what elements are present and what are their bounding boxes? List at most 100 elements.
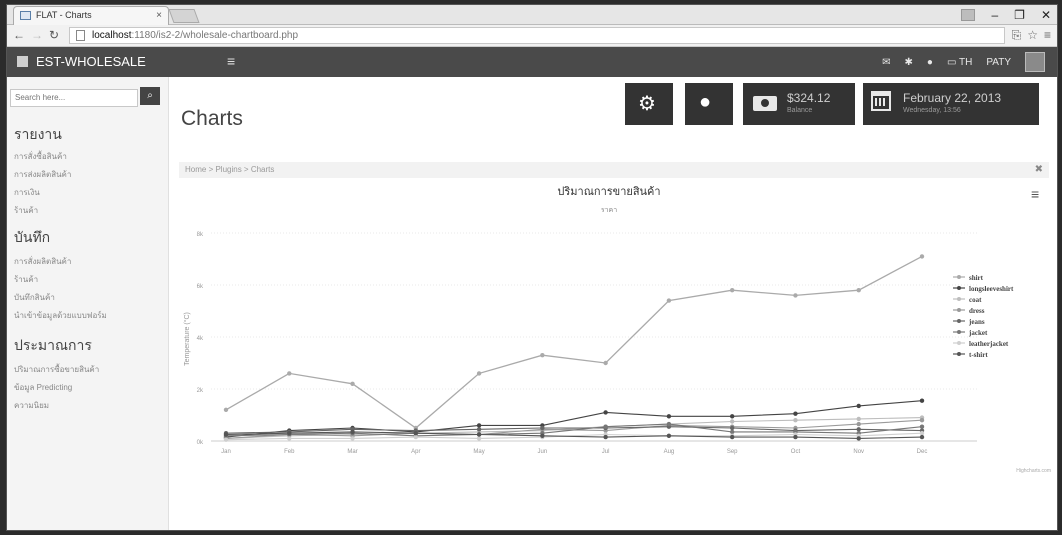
data-point bbox=[476, 371, 482, 376]
data-point bbox=[856, 416, 861, 422]
minimize-button[interactable]: – bbox=[991, 8, 998, 22]
data-point bbox=[666, 433, 672, 438]
mail-icon[interactable]: ✉ bbox=[882, 57, 890, 68]
legend-marker bbox=[957, 286, 961, 290]
avatar[interactable] bbox=[1025, 52, 1045, 72]
y-tick-label: 0k bbox=[197, 440, 204, 446]
x-tick-label: Sep bbox=[727, 449, 738, 455]
search-icon: ⌕ bbox=[147, 90, 153, 101]
favicon-icon bbox=[20, 11, 31, 20]
url-field[interactable]: localhost:1180/is2-2/wholesale-chartboar… bbox=[69, 27, 1005, 44]
sidebar-item[interactable]: การสั่งซื้อสินค้า bbox=[14, 150, 67, 163]
y-tick-label: 4k bbox=[197, 336, 204, 342]
browser-tab[interactable]: FLAT - Charts × bbox=[13, 6, 169, 25]
legend-item[interactable]: jeans bbox=[968, 318, 985, 326]
close-icon[interactable]: ✖ bbox=[1035, 162, 1043, 178]
balance-tile[interactable]: $324.12 Balance bbox=[743, 83, 855, 125]
data-point bbox=[223, 432, 229, 437]
data-point bbox=[287, 371, 292, 376]
search-input[interactable] bbox=[10, 88, 138, 107]
series-line-shirt bbox=[225, 255, 923, 429]
balance-amount: $324.12 bbox=[787, 91, 831, 105]
data-point bbox=[476, 432, 482, 437]
data-point bbox=[540, 425, 545, 431]
forward-icon[interactable]: → bbox=[31, 28, 43, 42]
sidebar-item[interactable]: การส่งผลิตสินค้า bbox=[14, 168, 71, 181]
sidebar-item[interactable]: ร้านค้า bbox=[14, 273, 38, 286]
x-tick-label: Nov bbox=[853, 449, 864, 455]
new-tab-button[interactable] bbox=[168, 9, 200, 23]
x-tick-label: May bbox=[473, 449, 484, 455]
settings-tile[interactable]: ⚙ bbox=[625, 83, 673, 125]
sidebar-item[interactable]: ข้อมูล Predicting bbox=[14, 381, 72, 394]
data-point bbox=[919, 424, 925, 429]
close-window-button[interactable]: ✕ bbox=[1041, 8, 1051, 22]
legend-item[interactable]: t-shirt bbox=[969, 351, 988, 359]
chart-legend: shirt longsleeveshirt coat dress jeans jacket… bbox=[953, 274, 1014, 359]
search-button[interactable]: ⌕ bbox=[140, 87, 160, 105]
breadcrumb-text[interactable]: Home > Plugins > Charts bbox=[185, 165, 274, 174]
star-icon[interactable]: ☆ bbox=[1027, 28, 1038, 43]
tab-close-icon[interactable]: × bbox=[156, 7, 162, 24]
chart-credits[interactable]: Highcharts.com bbox=[1016, 468, 1051, 474]
reload-icon[interactable]: ↻ bbox=[49, 28, 59, 42]
profile-icon[interactable] bbox=[961, 9, 976, 21]
sidebar-item[interactable]: ร้านค้า bbox=[14, 204, 38, 217]
data-point bbox=[919, 398, 925, 403]
y-tick-label: 6k bbox=[197, 284, 204, 290]
x-tick-label: Mar bbox=[347, 449, 357, 455]
sidebar-section-record: บันทึก bbox=[14, 229, 51, 245]
sidebar-item[interactable]: การเงิน bbox=[14, 186, 40, 199]
legend-item[interactable]: jacket bbox=[968, 329, 988, 337]
translate-icon[interactable]: ⎘ bbox=[1012, 28, 1022, 43]
data-point bbox=[603, 410, 608, 415]
data-point bbox=[476, 427, 482, 432]
sidebar-item[interactable]: นำเข้าข้อมูลด้วยแบบฟอร์ม bbox=[14, 309, 107, 322]
gear-icon[interactable]: ✱ bbox=[905, 57, 913, 68]
legend-marker bbox=[957, 330, 961, 334]
sidebar-search: ⌕ bbox=[10, 87, 160, 107]
address-bar: ← → ↻ localhost:1180/is2-2/wholesale-cha… bbox=[7, 25, 1057, 47]
address-bar-actions: ⎘ ☆ ≡ bbox=[1012, 28, 1051, 43]
language-switch[interactable]: ▭ TH bbox=[947, 57, 972, 68]
language-label: TH bbox=[959, 56, 973, 68]
data-point bbox=[919, 434, 925, 440]
back-icon[interactable]: ← bbox=[13, 28, 25, 42]
globe-icon: ● bbox=[699, 91, 712, 113]
legend-item[interactable]: dress bbox=[969, 307, 985, 315]
browser-menu-icon[interactable]: ≡ bbox=[1044, 28, 1051, 43]
drop-icon[interactable]: ● bbox=[927, 57, 933, 68]
restore-button[interactable]: ❐ bbox=[1014, 8, 1025, 22]
globe-tile[interactable]: ● bbox=[685, 83, 733, 125]
data-point bbox=[729, 429, 735, 435]
data-point bbox=[729, 434, 735, 440]
window-controls: – ❐ ✕ bbox=[961, 5, 1051, 25]
menu-toggle-icon[interactable]: ≡ bbox=[227, 53, 235, 69]
user-name[interactable]: PATY bbox=[986, 57, 1011, 68]
x-tick-label: Jun bbox=[538, 449, 548, 455]
app-navbar: EST-WHOLESALE ≡ ✉ ✱ ● ▭ TH PATY bbox=[7, 47, 1057, 77]
x-tick-label: Aug bbox=[664, 449, 675, 455]
legend-item[interactable]: longsleeveshirt bbox=[969, 285, 1014, 293]
legend-item[interactable]: shirt bbox=[969, 274, 984, 282]
chart-menu-icon[interactable]: ≡ bbox=[1031, 186, 1039, 202]
legend-marker bbox=[957, 352, 961, 356]
date-tile[interactable]: February 22, 2013 Wednesday, 13:56 bbox=[863, 83, 1039, 125]
data-point bbox=[350, 429, 355, 435]
sidebar-item[interactable]: ความนิยม bbox=[14, 399, 49, 412]
legend-item[interactable]: leatherjacket bbox=[969, 340, 1009, 348]
y-tick-label: 8k bbox=[197, 232, 204, 238]
legend-item[interactable]: coat bbox=[969, 296, 982, 304]
sidebar-item[interactable]: ปริมาณการซื้อขายสินค้า bbox=[14, 363, 99, 376]
tab-strip: FLAT - Charts × – ❐ ✕ bbox=[7, 5, 1057, 25]
legend-marker bbox=[957, 319, 961, 323]
sidebar-item[interactable]: การสั่งผลิตสินค้า bbox=[14, 255, 71, 268]
legend-marker bbox=[957, 308, 961, 312]
brand[interactable]: EST-WHOLESALE bbox=[17, 47, 146, 77]
data-point bbox=[856, 288, 861, 293]
data-point bbox=[856, 427, 861, 432]
data-point bbox=[540, 353, 545, 358]
sidebar-item[interactable]: บันทึกสินค้า bbox=[14, 291, 55, 304]
chart-title: ปริมาณการขายสินค้า bbox=[557, 186, 660, 198]
data-point bbox=[666, 421, 672, 427]
